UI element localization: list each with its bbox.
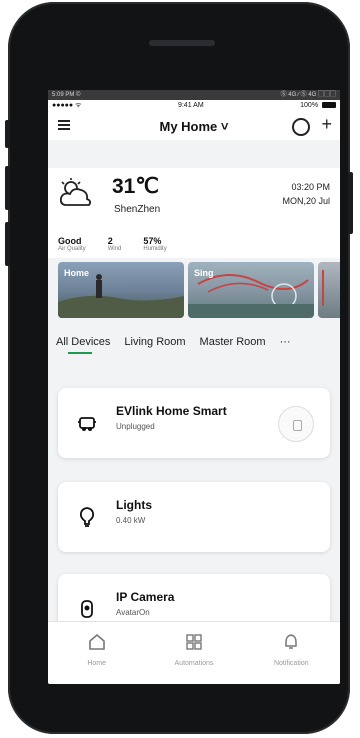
scene-card-next[interactable] [318, 262, 340, 318]
earpiece-speaker [149, 40, 215, 46]
ios-status-bar: ●●●●● ᯤ 9:41 AM 100% [48, 100, 340, 112]
humidity-label: Humidity [143, 246, 167, 252]
nav-home[interactable]: Home [57, 622, 137, 684]
device-name-ip-camera: IP Camera [116, 590, 175, 604]
air-quality-stat: Good Air Quality [58, 236, 86, 252]
temperature: 31℃ [112, 175, 159, 198]
bell-icon [285, 634, 298, 649]
android-status-right: Ⓢ 4G ∕ Ⓢ 4G ▢▢▢ [280, 92, 336, 98]
device-status-evlink: Unplugged [116, 422, 155, 431]
app-screen: 5:09 PM © Ⓢ 4G ∕ Ⓢ 4G ▢▢▢ ●●●●● ᯤ 9:41 A… [48, 90, 340, 684]
home-icon [88, 633, 105, 650]
android-status-left: 5:09 PM © [52, 92, 81, 98]
tab-living-room[interactable]: Living Room [124, 336, 185, 348]
nav-automations-label: Automations [174, 660, 214, 667]
scene-label-home: Home [64, 268, 90, 278]
power-toggle-button[interactable] [278, 406, 314, 442]
device-status-lights: 0.40 kW [116, 516, 146, 525]
device-name-lights: Lights [116, 498, 152, 512]
air-quality-label: Air Quality [58, 246, 86, 252]
scene-card-home[interactable]: Home [58, 262, 184, 318]
air-quality-value: Good [58, 236, 82, 246]
room-tabs: All Devices Living Room Master Room ··· [48, 326, 340, 358]
phone-frame: 5:09 PM © Ⓢ 4G ∕ Ⓢ 4G ▢▢▢ ●●●●● ᯤ 9:41 A… [5, 2, 353, 734]
wind-label: Wind [107, 246, 122, 252]
volume-down-button [5, 222, 10, 266]
lightbulb-icon [79, 507, 95, 527]
power-button [348, 172, 353, 234]
weather-time: 03:20 PM [291, 182, 330, 192]
tabs-more-button[interactable]: ··· [280, 336, 291, 348]
humidity-stat: 57% Humidity [143, 236, 166, 252]
android-status-bar: 5:09 PM © Ⓢ 4G ∕ Ⓢ 4G ▢▢▢ [48, 90, 340, 100]
device-card-evlink[interactable]: EVlink Home Smart Unplugged [58, 388, 330, 458]
weather-date: MON,20 Jul [282, 196, 330, 206]
nav-automations[interactable]: Automations [154, 622, 234, 684]
battery-label: 100% [300, 102, 319, 109]
city-name: ShenZhen [114, 204, 161, 215]
wind-stat: 2 Wind [108, 236, 122, 252]
scene-next-decoration [322, 270, 338, 306]
mute-switch [5, 120, 10, 148]
battery-indicator: 100% [300, 100, 336, 112]
ev-charger-icon [78, 417, 96, 431]
battery-icon [322, 102, 336, 109]
nav-notification-label: Notification [273, 660, 309, 667]
wind-value: 2 [107, 236, 113, 246]
humidity-value: 57% [143, 236, 162, 246]
device-status-ip-camera: AvatarOn [116, 608, 150, 617]
volume-up-button [5, 166, 10, 210]
scene-card-sing[interactable]: Sing [188, 262, 314, 318]
scene-carousel: Home Sing [48, 262, 340, 318]
device-card-lights[interactable]: Lights 0.40 kW [58, 482, 330, 552]
nav-home-label: Home [87, 660, 106, 667]
grid-icon [186, 634, 202, 650]
camera-icon [81, 600, 93, 618]
nav-notification[interactable]: Notification [251, 622, 331, 684]
weather-panel: 31℃ ShenZhen 03:20 PM MON,20 Jul Good Ai… [48, 168, 340, 258]
scene-label-sing: Sing [194, 268, 214, 278]
tab-all-devices[interactable]: All Devices [56, 336, 110, 354]
add-icon[interactable]: + [321, 115, 332, 133]
status-time: 9:41 AM [177, 102, 204, 109]
bottom-navigation: Home Automations Notification [48, 621, 340, 684]
device-name-evlink: EVlink Home Smart [116, 404, 227, 418]
app-header: My Home ˅ + [48, 112, 340, 140]
signal-indicator: ●●●●● ᯤ [52, 102, 82, 109]
weather-stats: Good Air Quality 2 Wind 57% Humidity [48, 236, 167, 252]
profile-icon[interactable] [292, 118, 310, 136]
tab-master-room[interactable]: Master Room [200, 336, 266, 348]
partly-cloudy-icon [59, 178, 92, 206]
